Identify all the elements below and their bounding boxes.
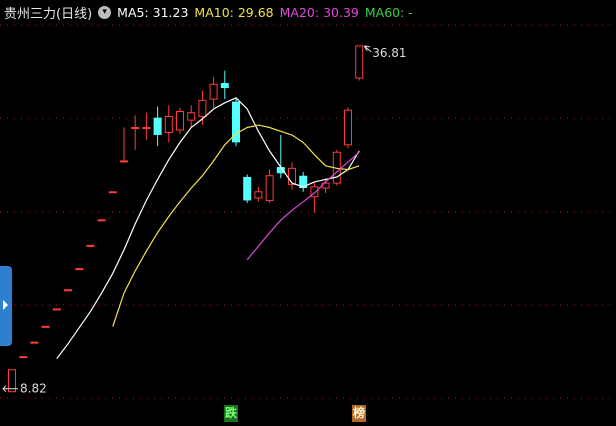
candle-body-10: [120, 160, 128, 163]
candle-11: [131, 115, 140, 150]
candle-body-21: [243, 176, 252, 201]
candle-9: [108, 191, 117, 194]
candle-19: [220, 70, 229, 100]
candle-13: [153, 106, 162, 147]
high-price-label: 36.81: [372, 46, 406, 60]
candle-2: [30, 341, 39, 344]
candle-5: [64, 289, 72, 292]
ma20-label: MA20: 30.39: [279, 4, 359, 20]
marker-list[interactable]: 榜: [352, 405, 367, 422]
candle-body-1: [19, 356, 28, 359]
ma10-label: MA10: 29.68: [194, 4, 274, 20]
stock-title: 贵州三力(日线): [4, 6, 93, 22]
candle-25: [288, 162, 296, 190]
candle-body-12: [142, 127, 151, 130]
moving-average-layer: [56, 97, 360, 359]
candles-layer: [8, 45, 364, 393]
candle-body-30: [344, 109, 352, 146]
candlestick-chart: 36.81 8.82: [0, 24, 616, 399]
low-price-label: 8.82: [20, 382, 47, 396]
candle-27: [310, 181, 319, 213]
candle-17: [198, 90, 207, 126]
candle-15: [176, 107, 184, 134]
high-arrow-icon: [363, 45, 372, 53]
candle-body-7: [86, 244, 95, 247]
candle-16: [187, 105, 196, 128]
candle-body-23: [265, 175, 274, 201]
candle-12: [142, 112, 151, 140]
candle-1: [19, 356, 28, 359]
candle-body-14: [164, 115, 173, 133]
annotation-layer: 36.81 8.82: [2, 45, 407, 396]
candle-body-19: [220, 83, 229, 89]
candle-body-11: [131, 127, 140, 130]
candle-body-4: [52, 308, 61, 311]
chart-grid: [0, 24, 616, 399]
candle-26: [299, 172, 308, 192]
candle-6: [75, 268, 84, 271]
candle-body-17: [198, 99, 207, 117]
candle-7: [86, 244, 95, 247]
candle-8: [97, 219, 106, 222]
candle-21: [243, 174, 252, 203]
ma60-label: MA60: -: [364, 4, 413, 20]
candle-30: [344, 107, 352, 149]
candle-4: [52, 308, 61, 311]
chart-legend: 贵州三力(日线) ▾ MA5: 31.23 MA10: 29.68 MA20: …: [4, 3, 413, 22]
candle-body-5: [64, 289, 72, 292]
ma10-line: [112, 124, 360, 327]
candle-18: [209, 76, 218, 108]
expand-panel-tab[interactable]: [0, 266, 12, 346]
candle-body-3: [41, 325, 50, 328]
candle-10: [120, 127, 128, 163]
candle-body-15: [176, 110, 184, 131]
candle-body-6: [75, 268, 84, 271]
candle-body-16: [187, 112, 196, 121]
candle-22: [254, 186, 263, 202]
ma5-label: MA5: 31.23: [117, 4, 189, 20]
candle-body-13: [153, 117, 162, 135]
candle-body-2: [30, 341, 39, 344]
candle-14: [164, 105, 173, 143]
ma5-line: [56, 97, 360, 359]
candle-body-22: [254, 191, 263, 199]
candle-31: [355, 45, 364, 81]
candle-body-18: [209, 83, 218, 100]
candle-20: [232, 97, 240, 147]
marker-down[interactable]: 跌: [224, 405, 239, 422]
candle-body-9: [108, 191, 117, 194]
chevron-down-icon[interactable]: ▾: [98, 5, 112, 19]
candle-3: [41, 325, 50, 328]
candle-body-31: [355, 45, 364, 79]
candle-body-25: [288, 167, 296, 185]
candle-23: [265, 169, 274, 203]
candle-body-8: [97, 219, 106, 222]
